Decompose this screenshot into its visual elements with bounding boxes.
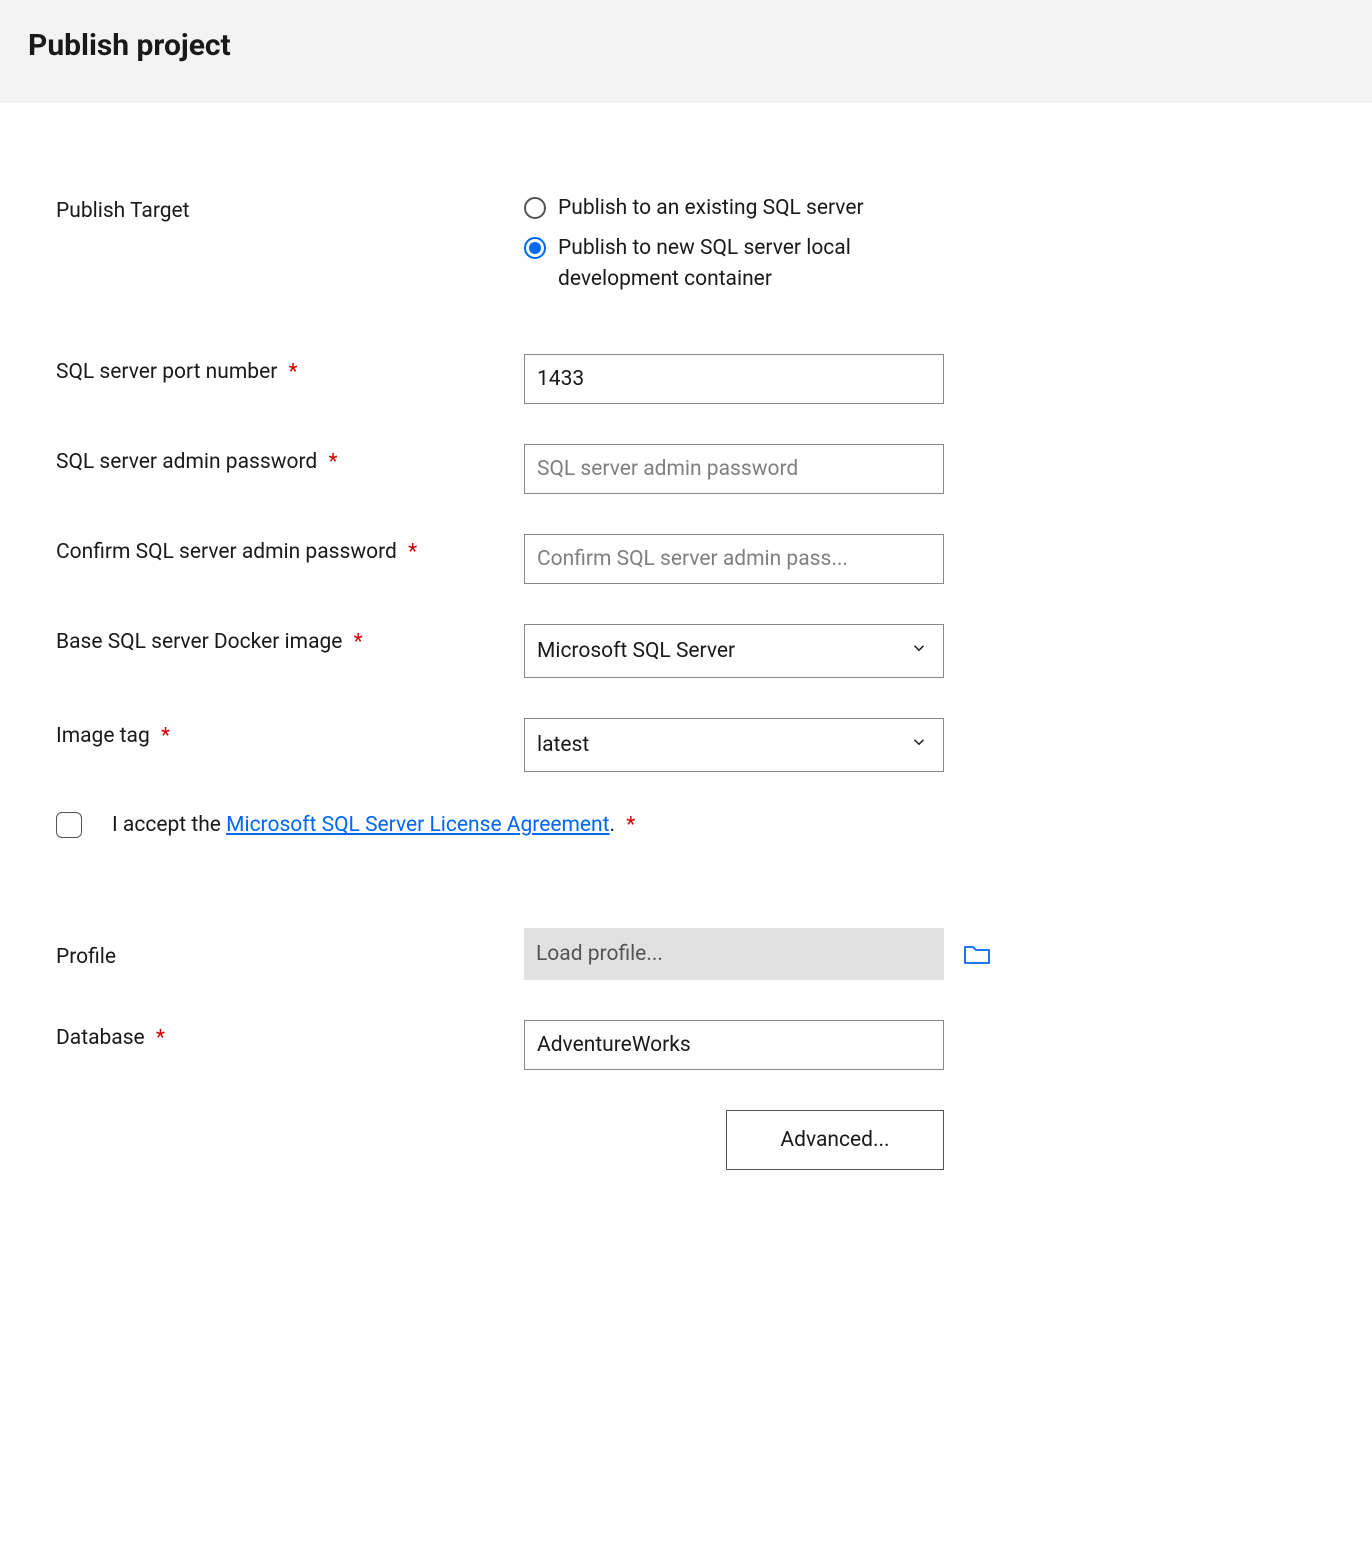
- license-row: I accept the Microsoft SQL Server Licens…: [56, 812, 1316, 838]
- license-label: I accept the Microsoft SQL Server Licens…: [112, 813, 635, 837]
- required-asterisk-icon: *: [289, 360, 298, 384]
- required-asterisk-icon: *: [328, 450, 337, 474]
- docker-image-select[interactable]: [524, 624, 944, 678]
- required-asterisk-icon: *: [156, 1026, 165, 1050]
- radio-icon: [524, 197, 546, 219]
- required-asterisk-icon: *: [408, 540, 417, 564]
- dialog-header: Publish project: [0, 0, 1372, 103]
- profile-label-col: Profile: [56, 939, 524, 969]
- confirm-password-label: Confirm SQL server admin password: [56, 540, 397, 564]
- admin-password-label: SQL server admin password: [56, 450, 317, 474]
- docker-image-row: Base SQL server Docker image *: [56, 624, 1316, 678]
- radio-label-new-container: Publish to new SQL server local developm…: [558, 233, 944, 294]
- port-number-label: SQL server port number: [56, 360, 277, 384]
- radio-icon: [524, 237, 546, 259]
- license-checkbox[interactable]: [56, 812, 82, 838]
- port-number-row: SQL server port number *: [56, 354, 1316, 404]
- radio-option-new-container[interactable]: Publish to new SQL server local developm…: [524, 233, 944, 294]
- license-prefix: I accept the: [112, 813, 226, 837]
- profile-label: Profile: [56, 945, 116, 969]
- required-asterisk-icon: *: [161, 724, 170, 748]
- license-suffix: .: [610, 813, 616, 837]
- confirm-password-input[interactable]: [524, 534, 944, 584]
- docker-image-label: Base SQL server Docker image: [56, 630, 342, 654]
- database-row: Database *: [56, 1020, 1316, 1070]
- profile-row: Profile: [56, 928, 1316, 980]
- confirm-password-label-col: Confirm SQL server admin password *: [56, 534, 524, 564]
- confirm-password-control: [524, 534, 944, 584]
- database-label-col: Database *: [56, 1020, 524, 1050]
- port-number-control: [524, 354, 944, 404]
- image-tag-select[interactable]: [524, 718, 944, 772]
- port-number-input[interactable]: [524, 354, 944, 404]
- folder-icon: [963, 942, 991, 966]
- image-tag-control: [524, 718, 944, 772]
- advanced-button[interactable]: Advanced...: [726, 1110, 944, 1170]
- image-tag-label: Image tag: [56, 724, 150, 748]
- confirm-password-row: Confirm SQL server admin password *: [56, 534, 1316, 584]
- database-input[interactable]: [524, 1020, 944, 1070]
- publish-target-radio-group: Publish to an existing SQL server Publis…: [524, 193, 944, 294]
- license-link[interactable]: Microsoft SQL Server License Agreement: [226, 813, 609, 837]
- required-asterisk-icon: *: [354, 630, 363, 654]
- publish-target-label-col: Publish Target: [56, 193, 524, 223]
- publish-target-row: Publish Target Publish to an existing SQ…: [56, 193, 1316, 294]
- admin-password-control: [524, 444, 944, 494]
- admin-password-input[interactable]: [524, 444, 944, 494]
- image-tag-row: Image tag *: [56, 718, 1316, 772]
- docker-image-label-col: Base SQL server Docker image *: [56, 624, 524, 654]
- admin-password-row: SQL server admin password *: [56, 444, 1316, 494]
- advanced-button-row: Advanced...: [524, 1110, 944, 1170]
- publish-form: Publish Target Publish to an existing SQ…: [0, 103, 1372, 1210]
- radio-option-existing[interactable]: Publish to an existing SQL server: [524, 193, 944, 223]
- port-number-label-col: SQL server port number *: [56, 354, 524, 384]
- required-asterisk-icon: *: [626, 813, 635, 837]
- browse-profile-button[interactable]: [962, 939, 992, 969]
- image-tag-label-col: Image tag *: [56, 718, 524, 748]
- database-label: Database: [56, 1026, 145, 1050]
- dialog-title: Publish project: [28, 28, 1344, 63]
- image-tag-select-wrap: [524, 718, 944, 772]
- docker-image-select-wrap: [524, 624, 944, 678]
- profile-controls: [524, 928, 1316, 980]
- publish-target-controls: Publish to an existing SQL server Publis…: [524, 193, 944, 294]
- radio-label-existing: Publish to an existing SQL server: [558, 193, 864, 223]
- database-control: [524, 1020, 944, 1070]
- docker-image-control: [524, 624, 944, 678]
- publish-target-label: Publish Target: [56, 199, 190, 223]
- profile-input[interactable]: [524, 928, 944, 980]
- admin-password-label-col: SQL server admin password *: [56, 444, 524, 474]
